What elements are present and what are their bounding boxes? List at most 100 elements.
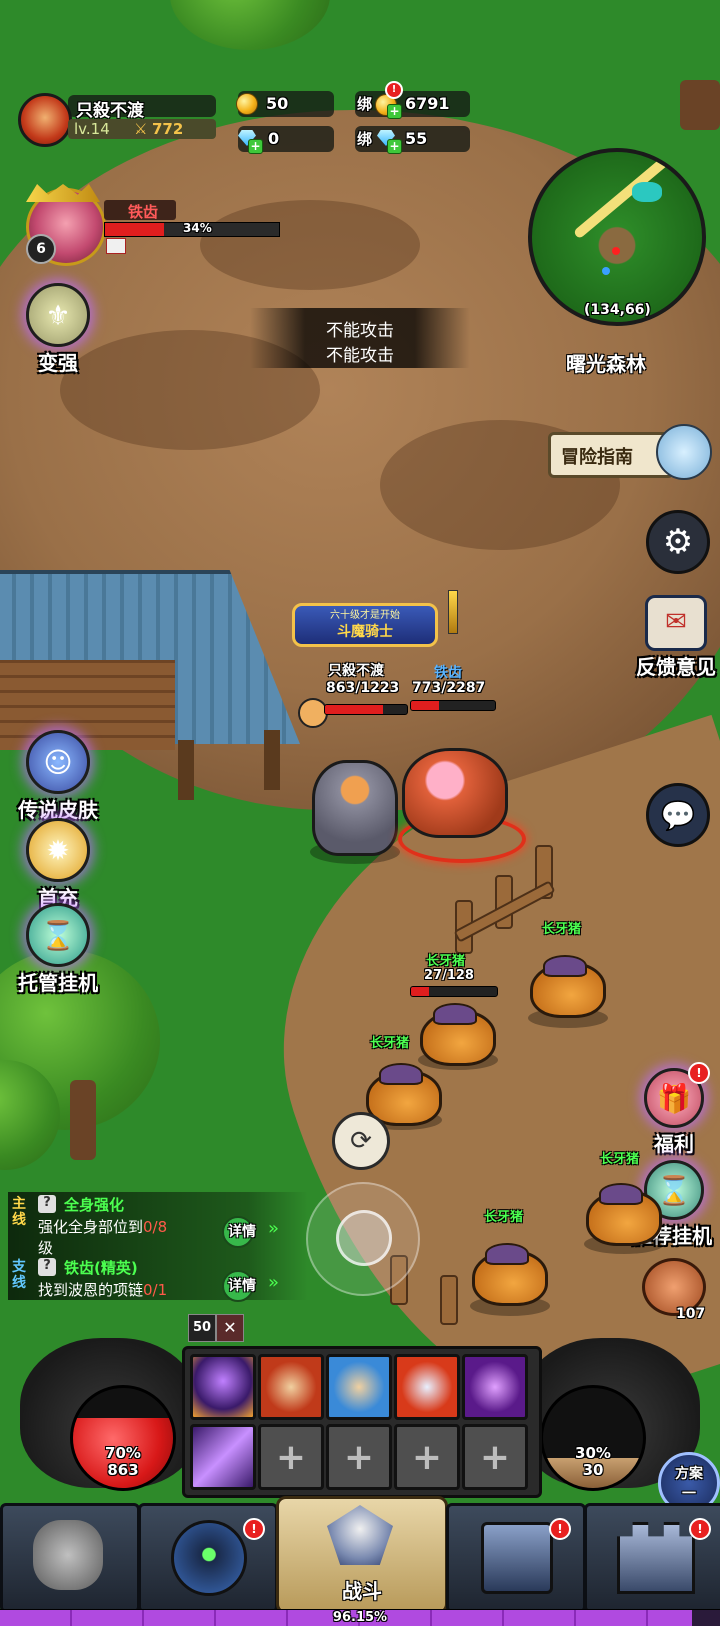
enemy-overhead-hp-bar [410,700,496,711]
quest-tracker[interactable]: 主线 ? 全身强化 强化全身部位到0/8 级 详情 » 支线 ? 铁齿(精英) … [8,1192,308,1302]
alert-badge: ! [243,1518,265,1540]
empty-skill-slot[interactable]: + [326,1424,392,1490]
player-name: 只殺不渡 [76,101,144,121]
alert-badge: ! [689,1518,711,1540]
skill-switch-button[interactable]: ⟳ [332,1112,390,1170]
minimap-marker [612,247,620,255]
empty-skill-slot[interactable]: + [258,1424,324,1490]
nav-fight[interactable]: 战斗 [276,1496,448,1614]
skill-slot-2[interactable] [258,1354,324,1420]
status-icon [106,238,126,254]
plan-label: 方案 [675,1466,703,1482]
add-icon[interactable]: + [248,139,263,154]
mob-name: 长牙猪 [426,954,466,969]
mob-name: 长牙猪 [370,1036,410,1051]
empty-skill-slot[interactable]: + [462,1424,528,1490]
plus-icon: + [479,1436,511,1478]
strengthen-button[interactable]: ⚜ 变强 [8,283,108,376]
guide-label: 冒险指南 [561,447,633,468]
item-slot[interactable]: 107 [642,1258,706,1324]
hero-character[interactable] [312,760,398,856]
diamond-display[interactable]: + 0 [238,126,334,154]
crown-icon [26,184,100,202]
crossed-swords-icon [327,1505,393,1565]
tree-trunk [70,1080,96,1160]
tree [170,0,330,50]
main-quest-detail-button[interactable]: 详情 » [222,1216,294,1248]
hp-fill [411,987,430,996]
legend-skin-button[interactable]: ☺ 传说皮肤 [8,730,108,823]
nav-shop[interactable]: ! [446,1503,586,1613]
bound-gold-display[interactable]: 绑 + ! 6791 [355,81,470,119]
joystick-knob[interactable] [336,1210,392,1266]
boss-character[interactable] [402,748,508,838]
bound-diamond-amount: 55 [405,129,428,148]
chevron-right-icon: » [268,1272,280,1293]
auto-idle-button[interactable]: ⌛ 托管挂机 [8,903,108,996]
swap-icon: ⟳ [350,1126,372,1156]
hp-value: 863 [107,1461,139,1479]
boss-target[interactable]: 6 铁齿 34% [20,182,280,272]
chat-button[interactable]: 💬 [646,783,710,847]
sword-icon: ⚔ [134,120,148,138]
exp-percent: 96.15% [332,1610,388,1625]
boar-enemy[interactable] [530,955,606,1018]
sun-icon: ✹ [26,818,90,882]
plan-value: 一 [682,1486,696,1502]
question-icon: ? [38,1195,56,1213]
detail-label: 详情 [228,1278,256,1294]
combat-power: 772 [152,120,184,138]
hourglass-icon: ⌛ [26,903,90,967]
chevron-right-icon: » [268,1218,280,1239]
alert-badge: ! [688,1062,710,1084]
skill-slot-3[interactable] [326,1354,392,1420]
message-line: 不能攻击 [326,321,394,341]
welfare-button[interactable]: 🎁 福利 ! [626,1062,720,1157]
boar-enemy[interactable] [586,1183,662,1246]
virtual-joystick[interactable] [306,1182,420,1296]
minimap[interactable] [528,148,706,326]
adventure-guide-button[interactable]: 冒险指南 [548,432,674,478]
player-level: lv.14 [74,120,110,138]
skill-slot-4[interactable] [394,1354,460,1420]
boar-enemy[interactable] [472,1243,548,1306]
boar-enemy[interactable] [420,1003,496,1066]
add-icon[interactable]: + [387,139,402,154]
skill-slot-5[interactable] [462,1354,528,1420]
hp-fill [411,701,440,710]
empty-skill-slot[interactable]: + [394,1424,460,1490]
hp-percent: 70% [105,1444,141,1462]
message-line: 不能攻击 [326,346,394,366]
quest-marker-icon [448,590,458,634]
skill-slot-1[interactable] [190,1354,256,1420]
player-overhead-hp: 863/1223 [326,680,400,696]
settings-button[interactable]: ⚙ [646,510,710,574]
hp-orb: 70% 863 [70,1385,176,1491]
player-info[interactable]: 只殺不渡 lv.14 ⚔ 772 [18,93,218,147]
detail-label: 详情 [228,1224,256,1240]
side-quest[interactable]: 支线 ? 铁齿(精英) 找到波恩的项链0/1 详情 » [8,1256,308,1302]
add-icon[interactable]: + [387,104,402,119]
side-quest-detail-button[interactable]: 详情 » [222,1270,294,1302]
boss-name: 铁齿 [128,203,159,221]
mp-orb: 30% 30 [540,1385,646,1491]
skill-slot-6[interactable] [190,1424,256,1490]
nav-castle[interactable]: ! [584,1503,720,1613]
strengthen-label: 变强 [38,351,78,375]
buff-bar[interactable]: 50 ✕ [188,1314,246,1342]
nav-equipment[interactable] [0,1503,140,1613]
player-avatar[interactable] [18,93,72,147]
plus-icon: + [343,1436,375,1478]
player-overhead-hp-bar [324,704,408,715]
bound-diamond-display[interactable]: 绑 + 55 [355,126,470,154]
feedback-button[interactable]: ✉ 反馈意见 [628,595,720,680]
gold-display[interactable]: 50 [236,91,334,117]
nav-hero[interactable]: ! [138,1503,278,1613]
bound-gold-amount: 6791 [405,94,450,113]
first-recharge-button[interactable]: ✹ 首充 [8,818,108,911]
boss-name-bg: 铁齿 [104,200,176,221]
side-quest-progress: 0/1 [143,1281,168,1299]
main-quest[interactable]: 主线 ? 全身强化 强化全身部位到0/8 级 详情 » [8,1192,308,1257]
buff-count: 50 [188,1314,216,1342]
question-icon: ? [38,1258,56,1276]
